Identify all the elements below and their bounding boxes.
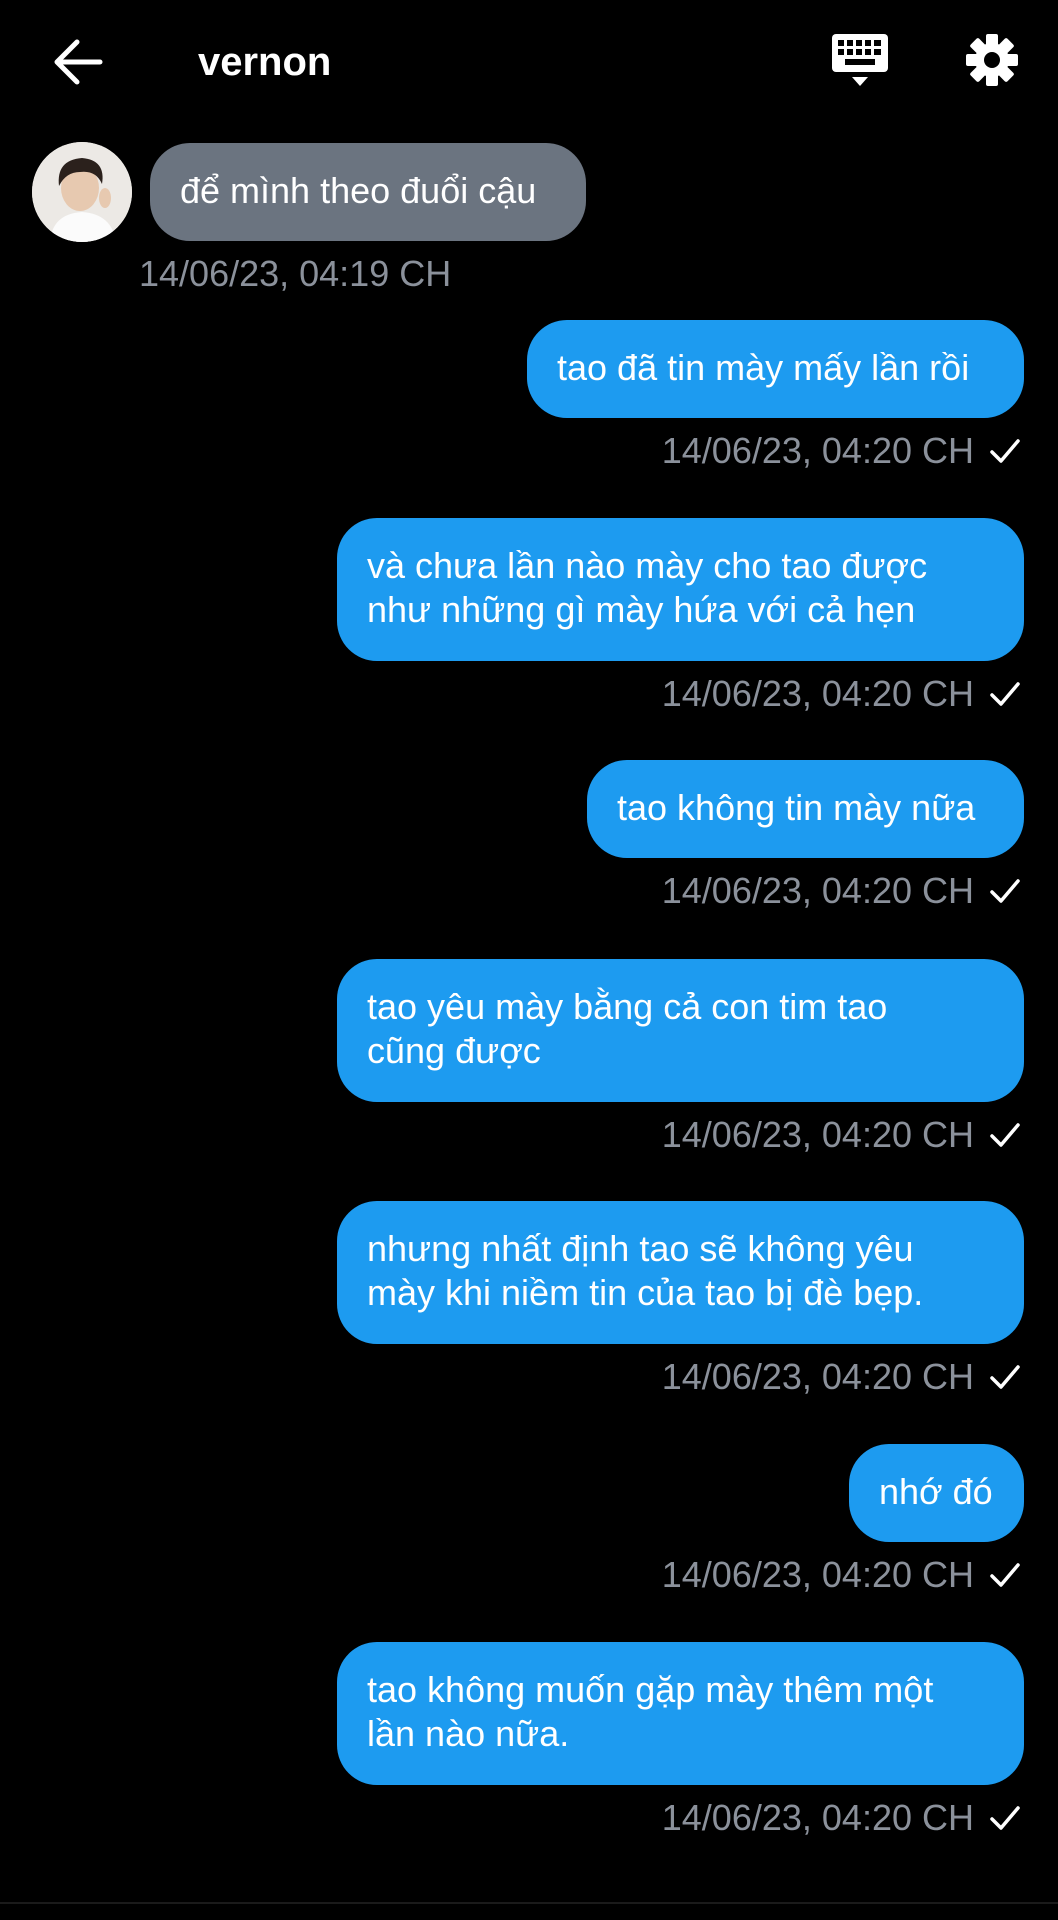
message-text: tao không tin mày nữa xyxy=(617,787,976,828)
settings-button[interactable] xyxy=(960,30,1024,94)
check-icon xyxy=(988,434,1022,468)
message-text: lần nào nữa. xyxy=(367,1713,570,1754)
contact-name: vernon xyxy=(198,40,332,84)
message-text: tao đã tin mày mấy lần rồi xyxy=(557,347,970,388)
message-text: mày khi niềm tin của tao bị đè bẹp. xyxy=(367,1272,924,1313)
chat-header: vernon xyxy=(0,0,1058,125)
message-text: cũng được xyxy=(367,1030,541,1071)
message-meta: 14/06/23, 04:20 CH xyxy=(662,1796,1022,1840)
check-icon xyxy=(988,1558,1022,1592)
message-timestamp: 14/06/23, 04:20 CH xyxy=(661,1554,974,1595)
back-button[interactable] xyxy=(48,34,108,94)
arrow-left-icon xyxy=(53,39,103,90)
message-text: nhưng nhất định tao sẽ không yêu xyxy=(367,1228,914,1269)
message-bubble-outgoing[interactable]: nhớ đó xyxy=(849,1444,1024,1542)
message-bubble-outgoing[interactable]: tao đã tin mày mấy lần rồi xyxy=(527,320,1024,418)
message-timestamp: 14/06/23, 04:20 CH xyxy=(661,870,974,911)
message-timestamp: 14/06/23, 04:20 CH xyxy=(661,1797,974,1838)
message-timestamp: 14/06/23, 04:19 CH xyxy=(139,253,452,294)
divider xyxy=(0,1902,1058,1904)
message-timestamp: 14/06/23, 04:20 CH xyxy=(661,673,974,714)
message-text: và chưa lần nào mày cho tao được xyxy=(367,545,928,586)
gear-icon xyxy=(964,32,1020,93)
message-timestamp: 14/06/23, 04:20 CH xyxy=(661,430,974,471)
message-meta: 14/06/23, 04:20 CH xyxy=(662,1355,1022,1399)
check-icon xyxy=(988,677,1022,711)
message-bubble-outgoing[interactable]: tao không muốn gặp mày thêm một lần nào … xyxy=(337,1642,1024,1785)
message-bubble-outgoing[interactable]: và chưa lần nào mày cho tao được như nhữ… xyxy=(337,518,1024,661)
message-meta: 14/06/23, 04:20 CH xyxy=(662,869,1022,913)
message-bubble-outgoing[interactable]: tao yêu mày bằng cả con tim tao cũng đượ… xyxy=(337,959,1024,1102)
message-timestamp: 14/06/23, 04:20 CH xyxy=(661,1356,974,1397)
message-text: như những gì mày hứa với cả hẹn xyxy=(367,589,916,630)
message-text: tao yêu mày bằng cả con tim tao xyxy=(367,986,888,1027)
message-text: để mình theo đuổi cậu xyxy=(180,170,537,211)
message-meta: 14/06/23, 04:20 CH xyxy=(662,1113,1022,1157)
message-meta: 14/06/23, 04:20 CH xyxy=(662,429,1022,473)
avatar[interactable] xyxy=(32,142,132,242)
check-icon xyxy=(988,874,1022,908)
message-timestamp: 14/06/23, 04:20 CH xyxy=(661,1114,974,1155)
message-bubble-incoming[interactable]: để mình theo đuổi cậu xyxy=(150,143,586,241)
check-icon xyxy=(988,1118,1022,1152)
message-text: tao không muốn gặp mày thêm một xyxy=(367,1669,934,1710)
message-meta: 14/06/23, 04:20 CH xyxy=(662,1553,1022,1597)
message-meta: 14/06/23, 04:20 CH xyxy=(662,672,1022,716)
check-icon xyxy=(988,1360,1022,1394)
keyboard-icon xyxy=(831,30,889,95)
message-bubble-outgoing[interactable]: tao không tin mày nữa xyxy=(587,760,1024,858)
check-icon xyxy=(988,1801,1022,1835)
keyboard-button[interactable] xyxy=(828,30,892,94)
message-text: nhớ đó xyxy=(879,1471,993,1512)
message-bubble-outgoing[interactable]: nhưng nhất định tao sẽ không yêu mày khi… xyxy=(337,1201,1024,1344)
